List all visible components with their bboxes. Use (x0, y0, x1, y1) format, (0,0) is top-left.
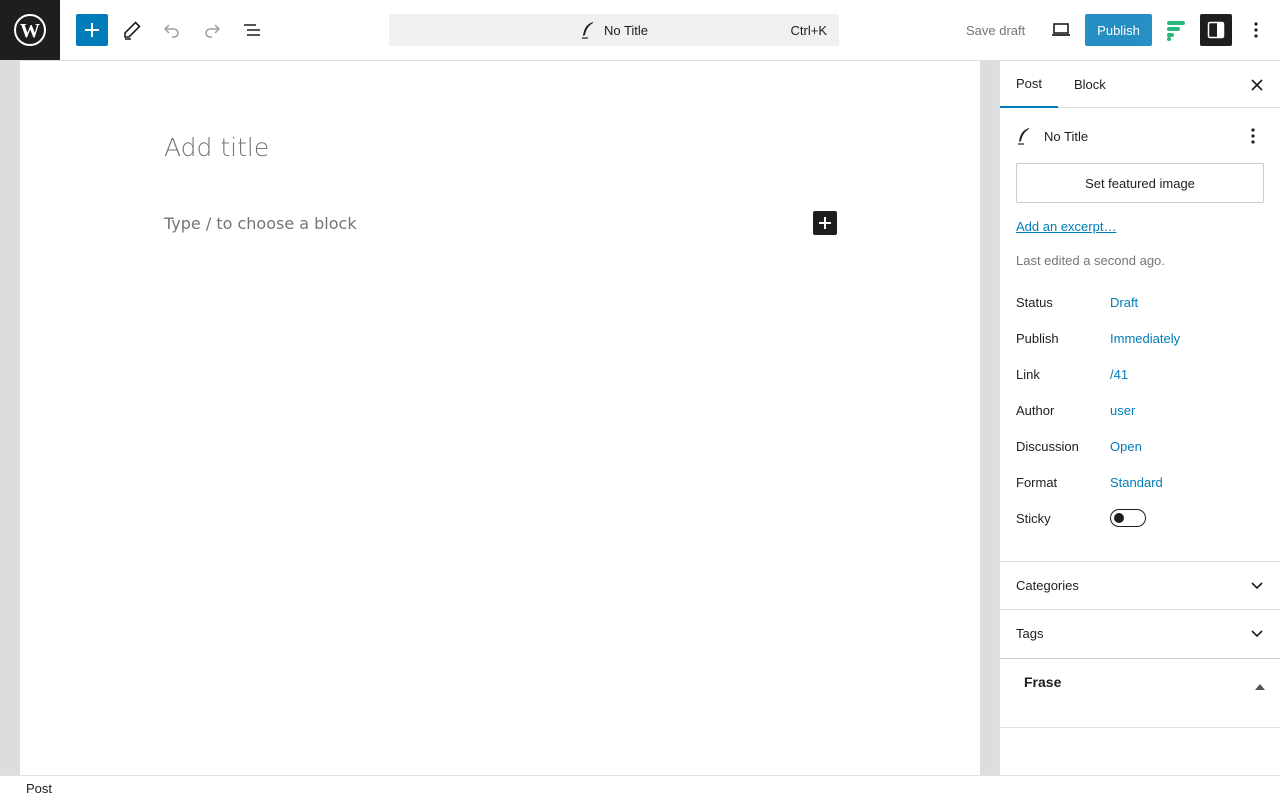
tags-panel-toggle[interactable]: Tags (1000, 609, 1280, 657)
pencil-icon (124, 21, 141, 40)
block-inserter-button[interactable] (76, 14, 108, 46)
close-sidebar-button[interactable] (1245, 73, 1269, 97)
post-actions-button[interactable] (1241, 124, 1265, 148)
publish-date-button[interactable]: Immediately (1110, 331, 1180, 346)
undo-icon (163, 24, 179, 38)
add-excerpt-link[interactable]: Add an excerpt… (1016, 219, 1116, 234)
command-title: No Title (603, 22, 649, 38)
post-card: No Title (1016, 124, 1265, 148)
settings-sidebar: Post Block No Title Set featured image A… (999, 61, 1280, 775)
frase-button[interactable] (1160, 14, 1192, 46)
categories-panel-toggle[interactable]: Categories (1000, 561, 1280, 609)
sticky-label: Sticky (1016, 511, 1051, 526)
caret-up-icon[interactable] (1255, 677, 1265, 695)
tags-panel-title: Tags (1016, 626, 1044, 641)
sticky-row: Sticky (1016, 509, 1265, 531)
redo-icon (205, 24, 221, 38)
document-overview-button[interactable] (236, 14, 268, 46)
wordpress-logo-icon[interactable]: W (0, 0, 60, 60)
post-feather-icon (580, 21, 596, 39)
chevron-down-icon (1249, 578, 1265, 594)
block-inserter-small-button[interactable] (813, 211, 837, 235)
plus-icon (85, 23, 99, 37)
sidebar-tabs: Post Block (1000, 61, 1280, 108)
frase-icon (1167, 21, 1185, 41)
editor-footer: Post (0, 775, 1280, 800)
editor-header: W No Title Ctrl+K Save draft Publish (0, 0, 1280, 61)
last-edited-text: Last edited a second ago. (1016, 253, 1165, 268)
tab-post[interactable]: Post (1000, 61, 1058, 108)
post-title-input[interactable]: Add title (164, 133, 269, 162)
set-featured-image-button[interactable]: Set featured image (1016, 163, 1264, 203)
editor-canvas[interactable]: Add title Type / to choose a block (20, 61, 980, 775)
tab-block[interactable]: Block (1058, 61, 1122, 108)
undo-button[interactable] (156, 14, 188, 46)
author-row: Author user (1016, 403, 1265, 423)
chevron-down-icon (1249, 626, 1265, 642)
sticky-toggle[interactable] (1110, 509, 1146, 527)
author-button[interactable]: user (1110, 403, 1135, 418)
command-palette-bar[interactable]: No Title Ctrl+K (389, 14, 839, 46)
categories-panel-title: Categories (1016, 578, 1079, 593)
post-feather-icon (1018, 128, 1029, 145)
close-icon (1251, 79, 1263, 91)
list-view-icon (244, 24, 260, 36)
block-breadcrumb[interactable]: Post (26, 781, 52, 796)
format-row: Format Standard (1016, 475, 1265, 495)
plus-icon (819, 217, 831, 229)
toggle-knob (1114, 513, 1124, 523)
publish-row: Publish Immediately (1016, 331, 1265, 351)
redo-button[interactable] (196, 14, 228, 46)
discussion-button[interactable]: Open (1110, 439, 1142, 454)
publish-label: Publish (1016, 331, 1059, 346)
svg-text:W: W (20, 20, 40, 42)
tools-button[interactable] (116, 14, 148, 46)
save-draft-button[interactable]: Save draft (958, 14, 1033, 46)
vertical-ellipsis-icon (1251, 128, 1255, 144)
permalink-button[interactable]: /41 (1110, 367, 1128, 382)
status-row: Status Draft (1016, 295, 1265, 315)
command-shortcut: Ctrl+K (790, 23, 827, 38)
format-button[interactable]: Standard (1110, 475, 1163, 490)
status-label: Status (1016, 295, 1053, 310)
editor-canvas-wrapper: Add title Type / to choose a block (0, 61, 1000, 775)
discussion-label: Discussion (1016, 439, 1079, 454)
frase-panel[interactable]: Frase (1000, 658, 1280, 728)
author-label: Author (1016, 403, 1055, 418)
sidebar-toggle-icon (1207, 21, 1225, 39)
link-row: Link /41 (1016, 367, 1265, 387)
preview-button[interactable] (1045, 14, 1077, 46)
settings-button[interactable] (1200, 14, 1232, 46)
post-card-title: No Title (1044, 128, 1089, 144)
publish-button[interactable]: Publish (1085, 14, 1152, 46)
vertical-ellipsis-icon (1254, 22, 1258, 38)
frase-panel-title: Frase (1024, 674, 1062, 690)
format-label: Format (1016, 475, 1058, 490)
desktop-icon (1052, 23, 1070, 36)
options-button[interactable] (1240, 14, 1272, 46)
status-value-button[interactable]: Draft (1110, 295, 1138, 310)
discussion-row: Discussion Open (1016, 439, 1265, 459)
default-block-appender[interactable]: Type / to choose a block (164, 214, 357, 233)
link-label: Link (1016, 367, 1040, 382)
